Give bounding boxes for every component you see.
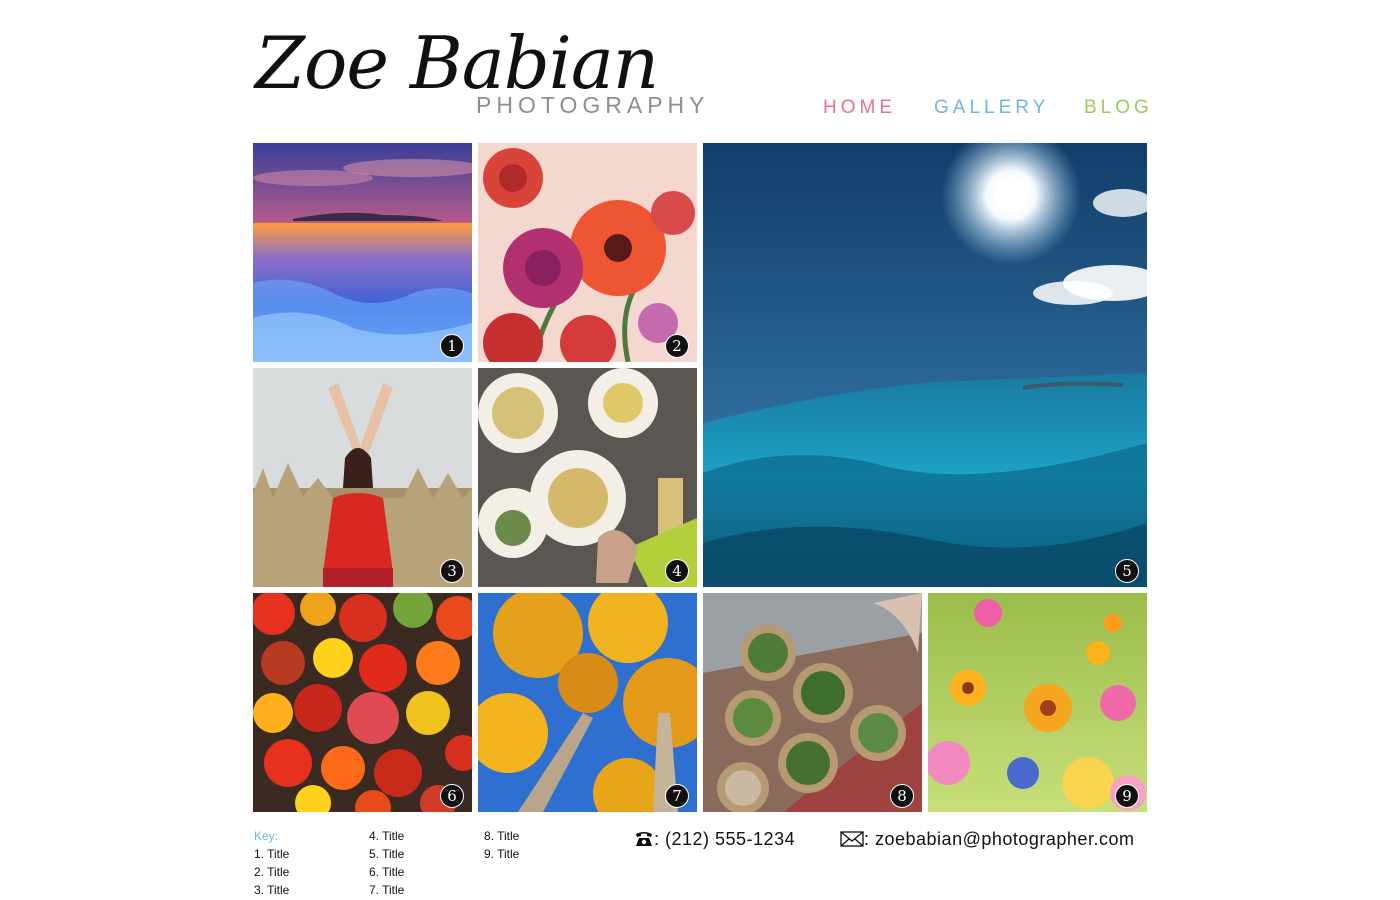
photo-key-column-2: 4. Title 5. Title 6. Title 7. Title (369, 827, 404, 899)
gallery-photo-7[interactable]: 7 (478, 593, 697, 812)
photo-number-badge: 3 (440, 559, 464, 583)
photo-number-badge: 6 (440, 784, 464, 808)
envelope-icon (840, 831, 864, 847)
nav-home-link[interactable]: HOME (823, 97, 896, 119)
photo-number-badge: 2 (665, 334, 689, 358)
dancer-image (253, 368, 472, 587)
gallery-photo-9[interactable]: 9 (928, 593, 1147, 812)
gallery-photo-2[interactable]: 2 (478, 143, 697, 362)
photo-key-title: Key: (254, 829, 279, 843)
gallery-photo-4[interactable]: 4 (478, 368, 697, 587)
photo-key-item: 7. Title (369, 883, 405, 897)
photo-key-item: 3. Title (254, 883, 290, 897)
photo-number-badge: 8 (890, 784, 914, 808)
gallery-photo-8[interactable]: 8 (703, 593, 922, 812)
photo-key-item: 1. Title (254, 847, 290, 861)
herb-baskets-image (703, 593, 922, 812)
tomatoes-image (253, 593, 472, 812)
photo-number-badge: 4 (665, 559, 689, 583)
ranunculus-image (478, 143, 697, 362)
phone-number: : (212) 555-1234 (654, 829, 796, 849)
photo-key-item: 8. Title (484, 829, 520, 843)
nav-blog-link[interactable]: BLOG (1084, 97, 1153, 119)
food-table-image (478, 368, 697, 587)
photo-key-item: 6. Title (369, 865, 405, 879)
photo-number-badge: 5 (1115, 559, 1139, 583)
email-address: : zoebabian@photographer.com (864, 829, 1135, 849)
photo-key-item: 5. Title (369, 847, 405, 861)
photo-key-item: 9. Title (484, 847, 520, 861)
contact-email[interactable]: : zoebabian@photographer.com (840, 829, 1134, 850)
gallery-photo-1[interactable]: 1 (253, 143, 472, 362)
gallery-photo-5[interactable]: 5 (703, 143, 1147, 587)
phone-icon (636, 832, 652, 846)
photo-number-badge: 1 (440, 334, 464, 358)
photo-number-badge: 7 (665, 784, 689, 808)
photo-key-column-1: Key: 1. Title 2. Title 3. Title (254, 827, 289, 899)
nav-gallery-link[interactable]: GALLERY (934, 97, 1049, 119)
contact-phone[interactable]: : (212) 555-1234 (634, 829, 795, 850)
photo-key-item: 4. Title (369, 829, 405, 843)
ocean-sun-image (703, 143, 1147, 587)
gallery-photo-6[interactable]: 6 (253, 593, 472, 812)
sunset-lake-image (253, 143, 472, 362)
golden-trees-image (478, 593, 697, 812)
gallery-photo-3[interactable]: 3 (253, 368, 472, 587)
photo-key-item: 2. Title (254, 865, 290, 879)
photo-number-badge: 9 (1115, 784, 1139, 808)
photo-key-column-3: 8. Title 9. Title (484, 827, 519, 863)
site-logo-subtitle: PHOTOGRAPHY (476, 92, 710, 118)
wildflowers-image (928, 593, 1147, 812)
